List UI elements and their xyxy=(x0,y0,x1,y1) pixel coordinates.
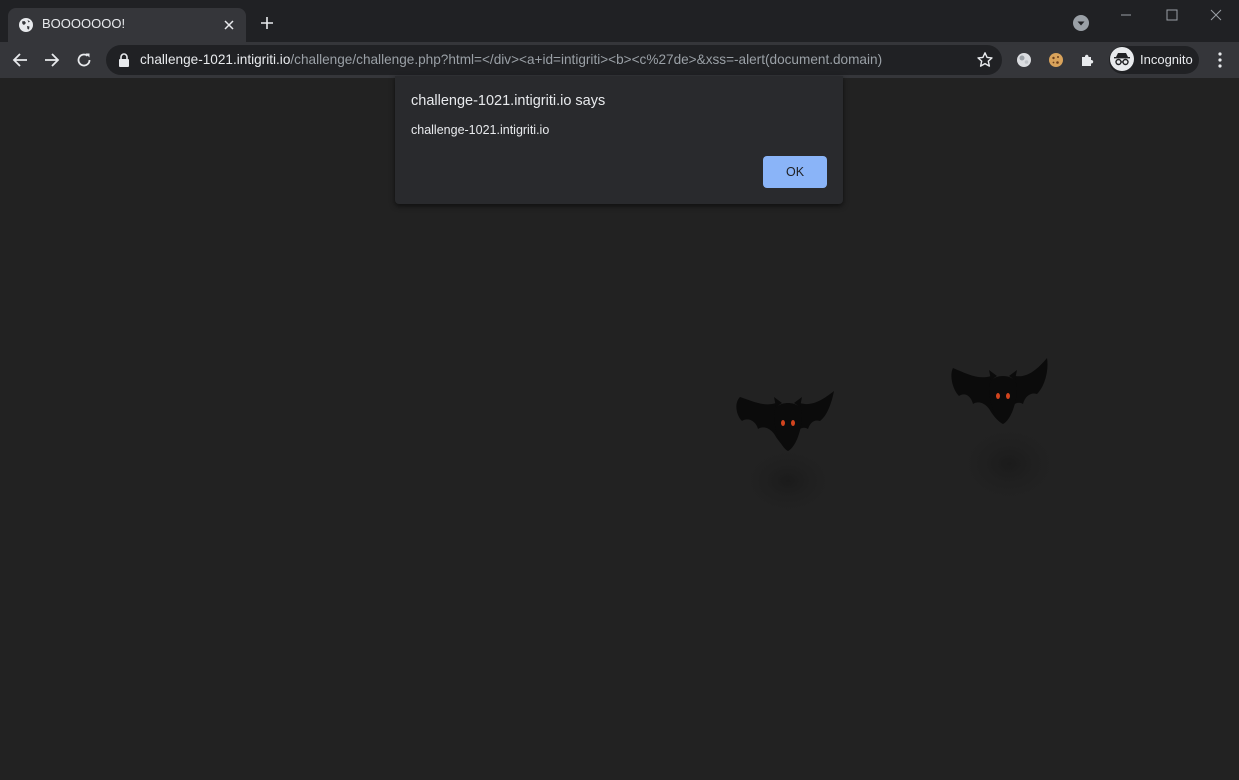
dialog-title: challenge-1021.intigriti.io says xyxy=(411,93,606,109)
tab-strip: BOOOOOOO! xyxy=(0,0,1239,42)
url-text: challenge-1021.intigriti.io/challenge/ch… xyxy=(140,52,882,67)
alert-dialog: challenge-1021.intigriti.io says challen… xyxy=(395,76,843,204)
maximize-button[interactable] xyxy=(1149,0,1195,30)
url-path: /challenge/challenge.php?html=</div><a+i… xyxy=(290,52,883,67)
reload-button[interactable] xyxy=(72,48,96,72)
lock-icon[interactable] xyxy=(118,53,130,67)
browser-menu-button[interactable] xyxy=(1210,50,1230,70)
address-bar[interactable]: challenge-1021.intigriti.io/challenge/ch… xyxy=(106,45,1002,75)
forward-button[interactable] xyxy=(40,48,64,72)
arrow-left-icon xyxy=(12,53,27,67)
minimize-button[interactable] xyxy=(1103,0,1149,30)
url-host: challenge-1021.intigriti.io xyxy=(140,52,291,67)
bat-icon xyxy=(951,358,1065,508)
tab-search-icon[interactable] xyxy=(1072,14,1090,32)
incognito-label: Incognito xyxy=(1140,52,1193,67)
bat-icon xyxy=(736,391,840,519)
new-tab-button[interactable] xyxy=(256,12,278,34)
tab-title: BOOOOOOO! xyxy=(42,16,126,31)
more-vertical-icon xyxy=(1218,52,1222,68)
dialog-message: challenge-1021.intigriti.io xyxy=(411,123,550,137)
globe-icon xyxy=(19,18,33,32)
plus-icon xyxy=(261,17,273,29)
star-icon[interactable] xyxy=(976,51,994,69)
maximize-icon xyxy=(1166,9,1178,21)
browser-tab[interactable]: BOOOOOOO! xyxy=(8,8,246,42)
reload-icon xyxy=(77,53,91,67)
back-button[interactable] xyxy=(8,48,32,72)
puzzle-icon[interactable] xyxy=(1078,50,1098,70)
ok-button[interactable]: OK xyxy=(763,156,827,188)
browser-toolbar: challenge-1021.intigriti.io/challenge/ch… xyxy=(0,42,1239,78)
minimize-icon xyxy=(1121,14,1131,16)
incognito-icon xyxy=(1110,47,1134,71)
incognito-profile-button[interactable]: Incognito xyxy=(1109,46,1199,74)
close-icon xyxy=(1210,9,1222,21)
extension-globe-icon[interactable] xyxy=(1014,50,1034,70)
close-tab-icon[interactable] xyxy=(220,16,238,34)
cookie-icon[interactable] xyxy=(1046,50,1066,70)
close-window-button[interactable] xyxy=(1193,0,1239,30)
arrow-right-icon xyxy=(45,53,60,67)
